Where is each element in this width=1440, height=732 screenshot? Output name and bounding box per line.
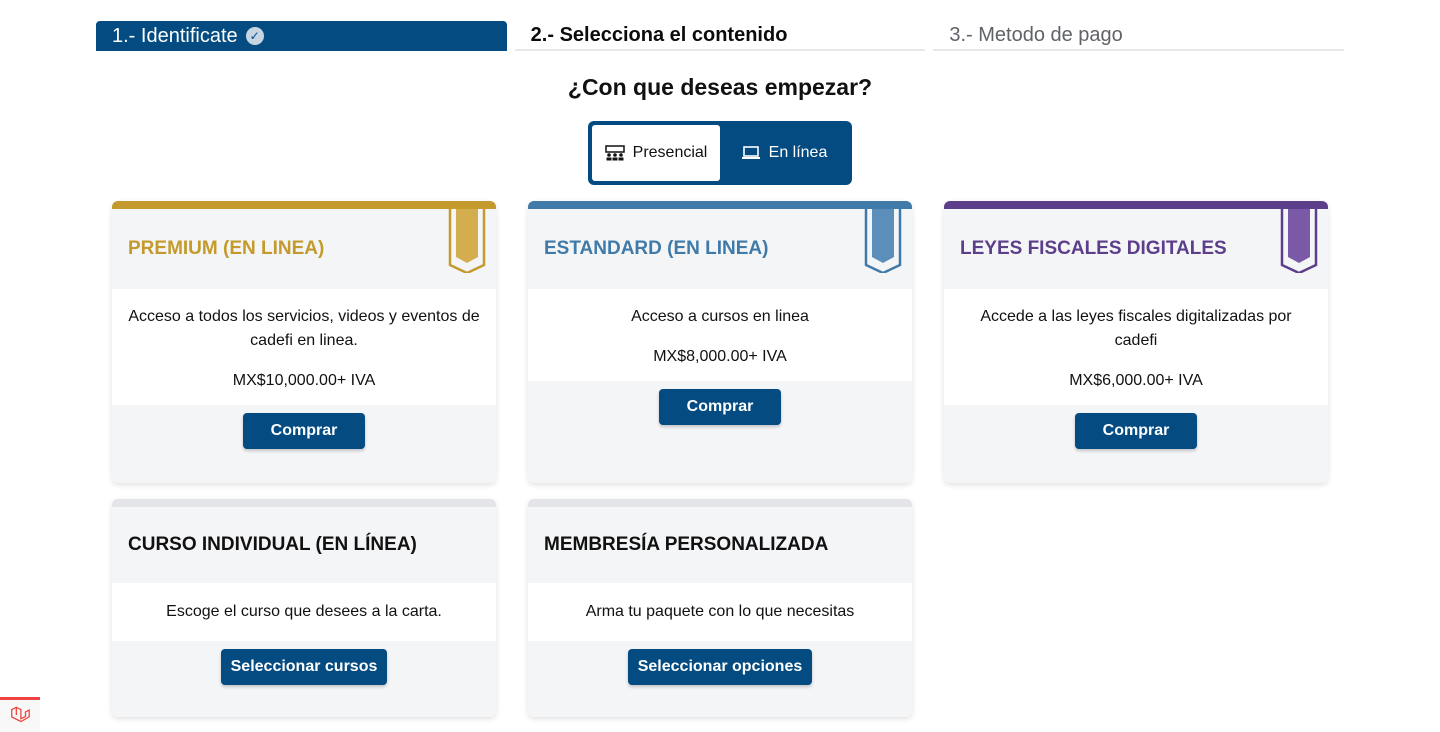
- step-identificate[interactable]: 1.- Identificate ✓: [96, 21, 507, 51]
- card-title: LEYES FISCALES DIGITALES: [960, 238, 1227, 259]
- step-label: 3.- Metodo de pago: [949, 23, 1123, 46]
- laravel-logo-icon[interactable]: [0, 697, 40, 732]
- card-color-band: [112, 499, 496, 507]
- select-courses-button[interactable]: Seleccionar cursos: [220, 649, 388, 685]
- ribbon-icon: [1280, 209, 1318, 273]
- card-description: Arma tu paquete con lo que necesitas: [585, 603, 855, 620]
- laptop-icon: [741, 146, 760, 159]
- ribbon-icon: [448, 209, 486, 273]
- check-circle-icon: ✓: [245, 27, 264, 45]
- card-footer: Comprar: [944, 405, 1328, 457]
- card-header: LEYES FISCALES DIGITALES: [944, 209, 1328, 289]
- card-description: Acceso a cursos en linea: [631, 308, 809, 325]
- buy-button[interactable]: Comprar: [1074, 413, 1198, 449]
- card-footer: Comprar: [528, 381, 912, 433]
- step-label: 1.- Identificate: [112, 24, 238, 47]
- step-metodo-pago[interactable]: 3.- Metodo de pago: [933, 21, 1345, 51]
- plan-card-membresia-personalizada: MEMBRESÍA PERSONALIZADA Arma tu paquete …: [528, 499, 912, 717]
- toggle-presencial[interactable]: Presencial: [592, 125, 720, 181]
- plan-card-premium: PREMIUM (EN LINEA) Acceso a todos los se…: [112, 201, 496, 483]
- toggle-en-linea-label: En línea: [768, 144, 828, 161]
- card-body: Arma tu paquete con lo que necesitas: [528, 583, 912, 641]
- ribbon-icon: [864, 209, 902, 273]
- card-title: CURSO INDIVIDUAL (EN LÍNEA): [128, 534, 417, 555]
- card-color-band: [528, 499, 912, 507]
- card-title: PREMIUM (EN LINEA): [128, 238, 325, 259]
- card-description: Escoge el curso que desees a la carta.: [166, 603, 442, 620]
- card-footer: Seleccionar opciones: [528, 641, 912, 693]
- plan-card-estandard: ESTANDARD (EN LINEA) Acceso a cursos en …: [528, 201, 912, 483]
- card-header: CURSO INDIVIDUAL (EN LÍNEA): [112, 507, 496, 583]
- card-body: Acceso a todos los servicios, videos y e…: [112, 289, 496, 405]
- card-body: Escoge el curso que desees a la carta.: [112, 583, 496, 641]
- card-price: MX$6,000.00+ IVA: [1069, 372, 1203, 389]
- card-color-band: [944, 201, 1328, 209]
- step-label: 2.- Selecciona el contenido: [530, 23, 788, 46]
- card-color-band: [528, 201, 912, 209]
- card-header: PREMIUM (EN LINEA): [112, 209, 496, 289]
- card-color-band: [112, 201, 496, 209]
- buy-button[interactable]: Comprar: [658, 389, 782, 425]
- card-footer: Seleccionar cursos: [112, 641, 496, 693]
- buy-button[interactable]: Comprar: [242, 413, 366, 449]
- card-price: MX$10,000.00+ IVA: [232, 372, 376, 389]
- people-icon: [604, 145, 625, 161]
- toggle-en-linea[interactable]: En línea: [720, 125, 848, 181]
- card-body: Acceso a cursos en linea MX$8,000.00+ IV…: [528, 289, 912, 381]
- card-body: Accede a las leyes fiscales digitalizada…: [944, 289, 1328, 405]
- card-footer: Comprar: [112, 405, 496, 457]
- card-header: MEMBRESÍA PERSONALIZADA: [528, 507, 912, 583]
- card-price: MX$8,000.00+ IVA: [653, 348, 787, 365]
- plan-card-curso-individual: CURSO INDIVIDUAL (EN LÍNEA) Escoge el cu…: [112, 499, 496, 717]
- card-title: ESTANDARD (EN LINEA): [544, 238, 769, 259]
- step-selecciona-contenido[interactable]: 2.- Selecciona el contenido: [514, 21, 926, 51]
- card-header: ESTANDARD (EN LINEA): [528, 209, 912, 289]
- plan-card-leyes-fiscales: LEYES FISCALES DIGITALES Accede a las le…: [944, 201, 1328, 483]
- select-options-button[interactable]: Seleccionar opciones: [627, 649, 813, 685]
- checkout-steps: 1.- Identificate ✓ 2.- Selecciona el con…: [96, 21, 1345, 53]
- card-description: Accede a las leyes fiscales digitalizada…: [980, 308, 1292, 349]
- laravel-logo-icon: [11, 706, 30, 723]
- page-title: ¿Con que deseas empezar?: [567, 74, 873, 100]
- mode-toggle: Presencial En línea: [588, 121, 852, 185]
- card-title: MEMBRESÍA PERSONALIZADA: [544, 534, 829, 555]
- card-description: Acceso a todos los servicios, videos y e…: [128, 308, 480, 349]
- toggle-presencial-label: Presencial: [632, 144, 708, 161]
